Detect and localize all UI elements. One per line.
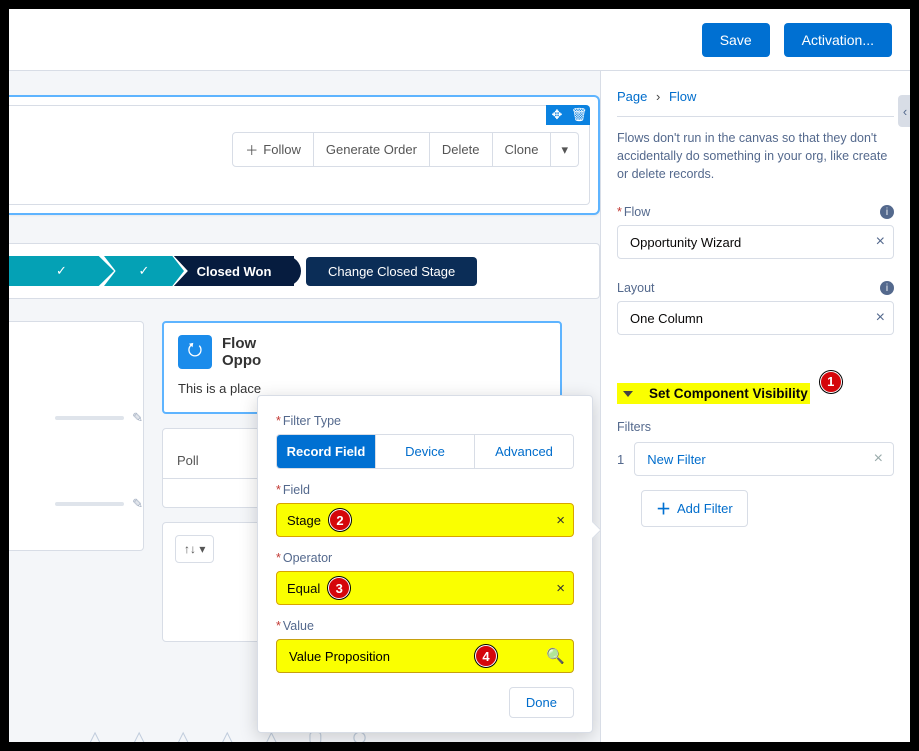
breadcrumb: Page › Flow — [617, 89, 894, 104]
delete-button[interactable]: Delete — [430, 132, 493, 167]
set-component-visibility-header[interactable]: Set Component Visibility — [617, 383, 810, 404]
component-handle[interactable]: ✥ 🗑 — [546, 105, 590, 125]
filter-type-tabs: Record Field Device Advanced — [276, 434, 574, 469]
save-button[interactable]: Save — [702, 23, 770, 57]
annotation-badge-1: 1 — [820, 371, 842, 393]
flow-label: Flow — [624, 205, 650, 219]
remove-filter-icon[interactable]: × — [874, 450, 883, 468]
breadcrumb-page[interactable]: Page — [617, 89, 647, 104]
record-action-bar: ＋Follow Generate Order Delete Clone ▾ — [232, 132, 579, 167]
filter-index: 1 — [617, 452, 624, 467]
operator-input[interactable]: Equal3 × — [276, 571, 574, 605]
generate-order-button[interactable]: Generate Order — [314, 132, 430, 167]
chevron-down-icon — [623, 391, 633, 397]
clone-button[interactable]: Clone — [493, 132, 552, 167]
filter-pill-new[interactable]: New Filter × — [634, 442, 894, 476]
sidebar-collapse-icon[interactable]: ‹ — [898, 95, 910, 127]
add-filter-button[interactable]: ＋ Add Filter — [641, 490, 748, 527]
annotation-badge-2: 2 — [329, 509, 351, 531]
plus-icon: ＋ — [245, 140, 258, 159]
clear-icon[interactable]: × — [876, 309, 885, 327]
flow-info-text: Flows don't run in the canvas so that th… — [617, 129, 894, 183]
filters-label: Filters — [617, 420, 894, 434]
info-icon[interactable]: i — [880, 281, 894, 295]
flow-placeholder-text: This is a place — [178, 381, 546, 396]
plus-icon: ＋ — [656, 498, 671, 519]
left-component-slot[interactable]: ✎ ✎ — [9, 321, 144, 551]
tab-device[interactable]: Device — [375, 435, 474, 468]
value-input[interactable]: 4 🔍 — [276, 639, 574, 673]
filter-type-label: Filter Type — [283, 414, 341, 428]
follow-button[interactable]: ＋Follow — [232, 132, 314, 167]
more-actions-button[interactable]: ▾ — [551, 132, 579, 167]
chevron-down-icon: ▾ — [561, 142, 568, 158]
field-label: Field — [283, 483, 310, 497]
pencil-icon: ✎ — [132, 496, 143, 512]
clear-icon[interactable]: × — [556, 580, 565, 597]
tab-poll[interactable]: Poll — [163, 443, 213, 478]
annotation-badge-3: 3 — [328, 577, 350, 599]
clear-icon[interactable]: × — [876, 233, 885, 251]
operator-label: Operator — [283, 551, 332, 565]
delete-icon[interactable]: 🗑 — [568, 105, 590, 125]
layout-select[interactable]: One Column × — [617, 301, 894, 335]
annotation-badge-4: 4 — [475, 645, 497, 667]
tab-record-field[interactable]: Record Field — [277, 435, 375, 468]
info-icon[interactable]: i — [880, 205, 894, 219]
builder-canvas: ‹ ✥ 🗑 ＋Follow Generate Order Delete Clon… — [9, 71, 600, 742]
path-stage-closed-won[interactable]: Closed Won — [197, 264, 272, 279]
activation-button[interactable]: Activation... — [784, 23, 892, 57]
change-closed-stage-button[interactable]: Change Closed Stage — [306, 257, 477, 286]
value-label: Value — [283, 619, 314, 633]
field-input[interactable]: Stage2 × — [276, 503, 574, 537]
properties-sidebar: ‹ Page › Flow Flows don't run in the can… — [600, 71, 910, 742]
done-button[interactable]: Done — [509, 687, 574, 718]
pencil-icon: ✎ — [132, 410, 143, 426]
move-icon[interactable]: ✥ — [546, 105, 568, 125]
check-icon: ✓ — [56, 263, 67, 279]
path-component[interactable]: ✓ ✓ Closed Won Change Closed Stage — [9, 243, 600, 299]
sort-button[interactable]: ↑↓ ▾ — [175, 535, 214, 563]
check-icon: ✓ — [139, 263, 150, 279]
breadcrumb-flow[interactable]: Flow — [669, 89, 696, 104]
filter-popover: *Filter Type Record Field Device Advance… — [257, 395, 593, 733]
highlights-panel[interactable]: ✥ 🗑 ＋Follow Generate Order Delete Clone … — [9, 95, 600, 215]
flow-icon: ⭮ — [178, 335, 212, 369]
clear-icon[interactable]: × — [556, 512, 565, 529]
search-icon[interactable]: 🔍 — [546, 647, 565, 665]
tab-advanced[interactable]: Advanced — [474, 435, 573, 468]
layout-label: Layout — [617, 281, 655, 295]
flow-select[interactable]: Opportunity Wizard × — [617, 225, 894, 259]
top-toolbar: Save Activation... — [9, 9, 910, 71]
